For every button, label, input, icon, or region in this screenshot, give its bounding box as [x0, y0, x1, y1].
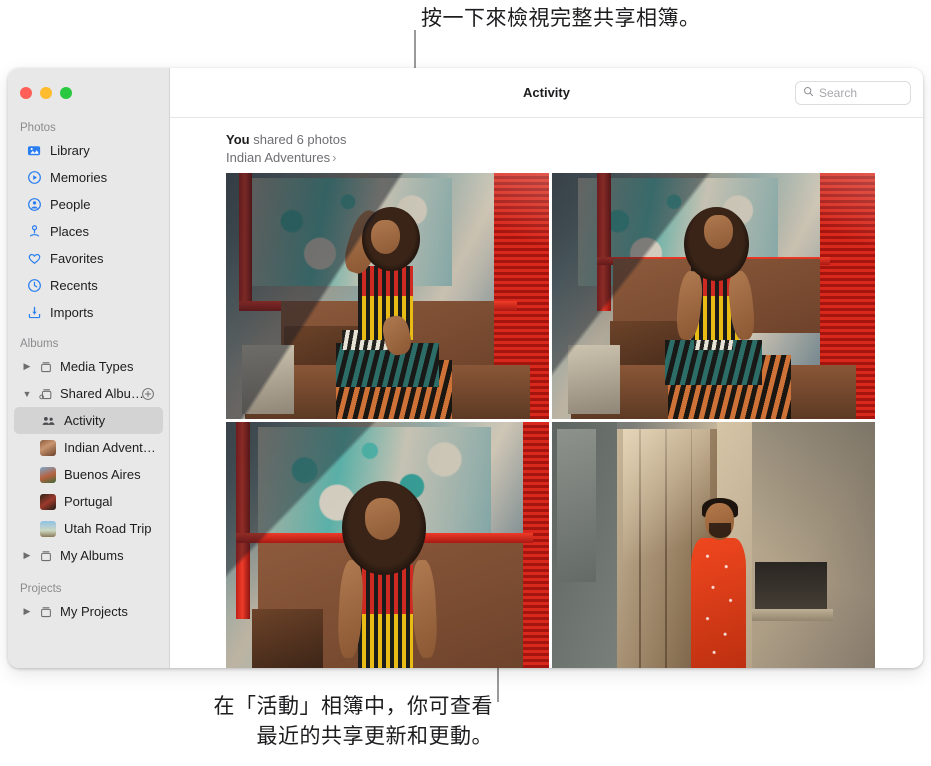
- sidebar-item-people[interactable]: People: [14, 191, 163, 218]
- places-pin-icon: [26, 224, 42, 240]
- callout-text-top: 按一下來檢視完整共享相簿。: [421, 7, 701, 30]
- sidebar-item-library[interactable]: Library: [14, 137, 163, 164]
- activity-header: You shared 6 photos Indian Adventures ›: [170, 118, 923, 173]
- sidebar-item-label: Portugal: [64, 494, 113, 509]
- sidebar-item-label: My Albums: [60, 548, 124, 563]
- activity-share-summary: You shared 6 photos: [226, 132, 923, 147]
- sidebar-item-label: Shared Albu…: [60, 386, 144, 401]
- callout-text-bottom: 在「活動」相簿中，你可查看 最近的共享更新和更動。: [213, 695, 493, 748]
- sidebar-item-places[interactable]: Places: [14, 218, 163, 245]
- sidebar-item-label: Recents: [50, 278, 98, 293]
- photos-app-window: Photos Library Memories People Places Fa…: [8, 68, 923, 668]
- heart-icon: [26, 251, 42, 267]
- photo-kurta-pattern: [690, 537, 746, 668]
- activity-people-icon: [40, 413, 56, 429]
- sidebar-item-memories[interactable]: Memories: [14, 164, 163, 191]
- content-area: Activity Search You shared 6 photos Indi…: [170, 68, 923, 668]
- sidebar-item-recents[interactable]: Recents: [14, 272, 163, 299]
- sidebar-item-label: Imports: [50, 305, 94, 320]
- sidebar-item-label: Memories: [50, 170, 108, 185]
- photo-thumbnail-woman-seated-hand-on-head[interactable]: [226, 173, 549, 419]
- search-input[interactable]: Search: [795, 80, 911, 105]
- add-shared-album-button[interactable]: [141, 387, 155, 401]
- photos-library-icon: [26, 143, 42, 159]
- sidebar-item-label: Indian Advent…: [64, 440, 156, 455]
- close-window-button[interactable]: [20, 87, 32, 99]
- sidebar-item-label: Library: [50, 143, 90, 158]
- sidebar-item-portugal[interactable]: Portugal: [14, 488, 163, 515]
- sidebar-item-favorites[interactable]: Favorites: [14, 245, 163, 272]
- sidebar-item-indian-adventures[interactable]: Indian Advent…: [14, 434, 163, 461]
- album-thumbnail-buenos: [40, 466, 56, 483]
- sidebar-item-my-projects[interactable]: ▶ My Projects: [14, 598, 163, 625]
- sidebar-item-shared-albums[interactable]: ▼ Shared Albu…: [14, 380, 163, 407]
- shared-album-box-icon: [38, 386, 54, 402]
- toolbar: Activity Search: [170, 68, 923, 118]
- sidebar-item-activity[interactable]: Activity: [14, 407, 163, 434]
- sidebar-item-buenos-aires[interactable]: Buenos Aires: [14, 461, 163, 488]
- sidebar-item-label: Media Types: [60, 359, 134, 374]
- sidebar-item-label: Utah Road Trip: [64, 521, 152, 536]
- album-box-icon: [38, 548, 54, 564]
- photo-wall-shadow: [752, 422, 875, 668]
- chevron-right-icon[interactable]: ▶: [22, 361, 32, 372]
- chevron-right-icon[interactable]: ▶: [22, 606, 32, 617]
- photo-shadow: [226, 173, 549, 419]
- photo-left-shutter: [556, 429, 596, 582]
- search-icon: [803, 84, 814, 102]
- photo-shadow: [226, 422, 549, 668]
- memories-icon: [26, 170, 42, 186]
- album-thumbnail-utah: [40, 520, 56, 537]
- chevron-right-icon: ›: [332, 150, 337, 165]
- photo-thumbnail-woman-seated-looking-away[interactable]: [552, 173, 875, 419]
- sidebar: Photos Library Memories People Places Fa…: [8, 68, 170, 668]
- album-box-icon: [38, 359, 54, 375]
- sidebar-item-label: People: [50, 197, 91, 212]
- sidebar-item-imports[interactable]: Imports: [14, 299, 163, 326]
- chevron-down-icon[interactable]: ▼: [22, 389, 32, 399]
- sidebar-item-utah-road-trip[interactable]: Utah Road Trip: [14, 515, 163, 542]
- album-box-icon: [38, 604, 54, 620]
- sidebar-item-media-types[interactable]: ▶ Media Types: [14, 353, 163, 380]
- album-thumbnail-indian: [40, 439, 56, 456]
- maximize-window-button[interactable]: [60, 87, 72, 99]
- sidebar-section-title-projects: Projects: [20, 583, 62, 595]
- sidebar-item-my-albums[interactable]: ▶ My Albums: [14, 542, 163, 569]
- import-icon: [26, 305, 42, 321]
- minimize-window-button[interactable]: [40, 87, 52, 99]
- activity-actor: You: [226, 132, 250, 147]
- photo-shadow: [552, 173, 875, 419]
- photo-beard: [708, 522, 732, 538]
- chevron-right-icon[interactable]: ▶: [22, 550, 32, 561]
- activity-action: shared 6 photos: [253, 132, 347, 147]
- photo-grid: [170, 173, 923, 668]
- album-thumbnail-portugal: [40, 493, 56, 510]
- sidebar-item-label: Favorites: [50, 251, 104, 266]
- people-icon: [26, 197, 42, 213]
- sidebar-item-label: Buenos Aires: [64, 467, 141, 482]
- activity-album-link[interactable]: Indian Adventures ›: [226, 150, 923, 165]
- activity-album-name: Indian Adventures: [226, 150, 331, 165]
- sidebar-section-title-albums: Albums: [20, 338, 59, 350]
- photo-thumbnail-woman-standing-eyes-closed[interactable]: [226, 422, 549, 668]
- sidebar-section-title-photos: Photos: [20, 122, 56, 134]
- clock-icon: [26, 278, 42, 294]
- sidebar-item-label: Places: [50, 224, 90, 239]
- photo-thumbnail-man-in-orange-kurta[interactable]: [552, 422, 875, 668]
- sidebar-item-label: My Projects: [60, 604, 128, 619]
- sidebar-item-label: Activity: [64, 413, 106, 428]
- window-traffic-lights: [8, 68, 169, 118]
- search-placeholder: Search: [819, 85, 858, 100]
